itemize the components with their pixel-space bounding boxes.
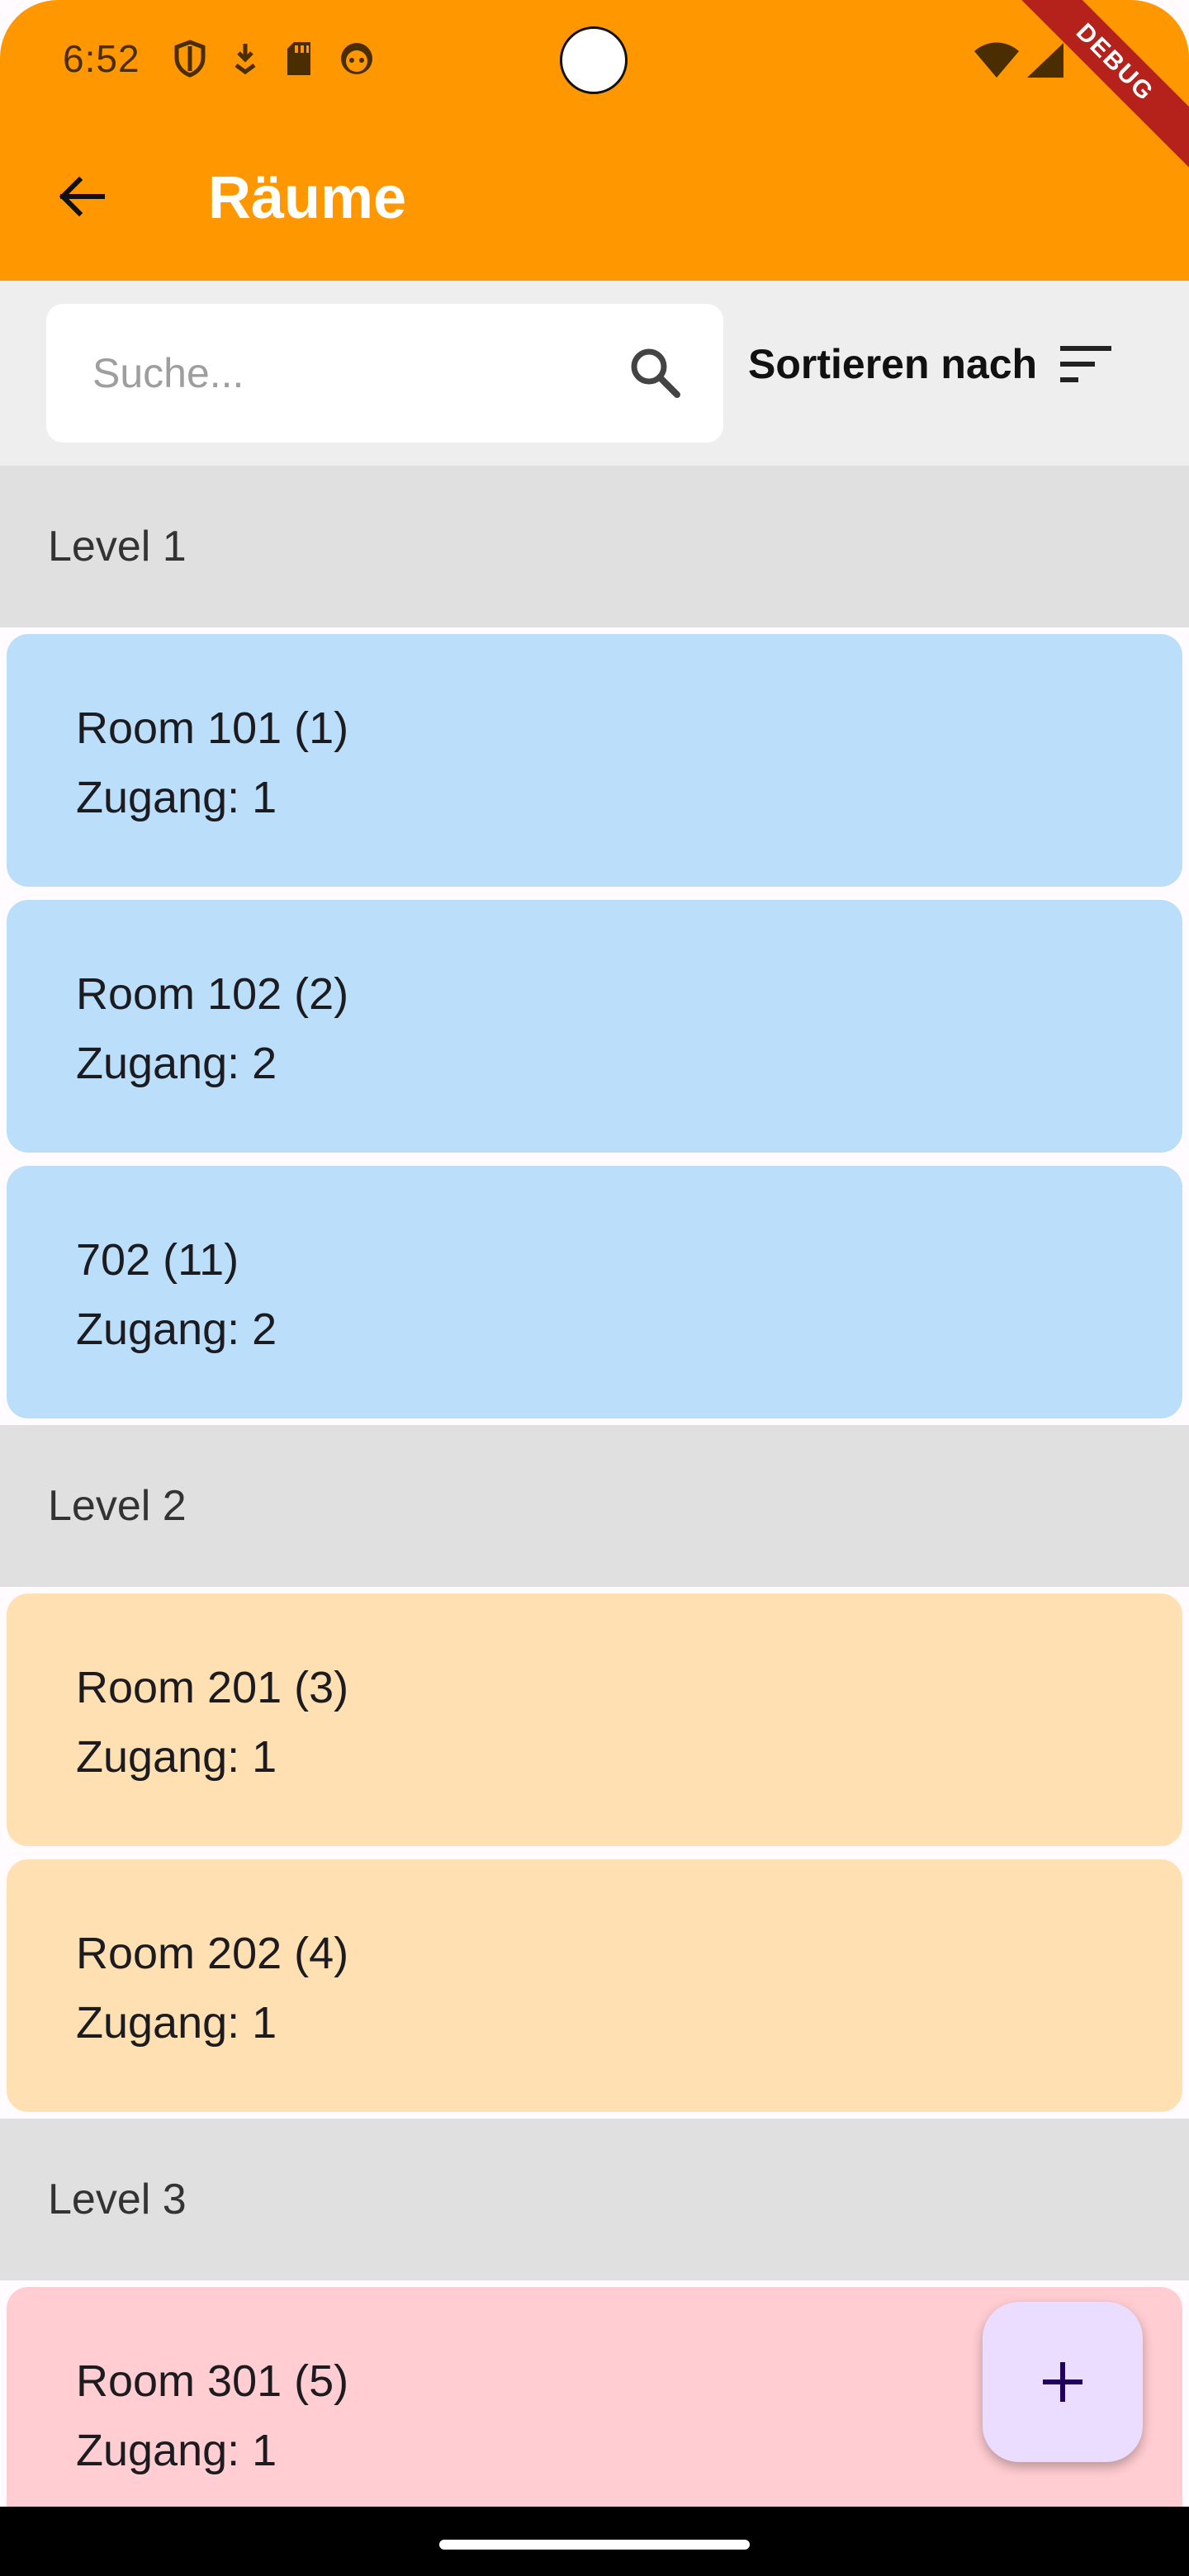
wifi-icon	[974, 42, 1019, 78]
room-access: Zugang: 1	[76, 1732, 277, 1782]
level-header: Level 3	[0, 2119, 1189, 2280]
page-title: Räume	[208, 165, 407, 231]
room-list: Level 1 Room 101 (1) Zugang: 1 Room 102 …	[0, 466, 1189, 2546]
debug-banner: DEBUG	[1006, 0, 1189, 172]
room-name: Room 101 (1)	[76, 703, 349, 753]
room-name: 702 (11)	[76, 1235, 239, 1285]
search-box[interactable]	[46, 304, 723, 443]
room-access: Zugang: 1	[76, 773, 277, 822]
system-nav-bar	[0, 2507, 1189, 2576]
room-access: Zugang: 2	[76, 1039, 277, 1088]
sd-card-icon	[287, 42, 310, 75]
status-time: 6:52	[63, 37, 140, 80]
home-gesture-handle[interactable]	[439, 2540, 750, 2550]
add-icon	[1043, 2362, 1082, 2402]
camera-cutout	[560, 26, 628, 94]
room-name: Room 102 (2)	[76, 969, 349, 1019]
room-access: Zugang: 1	[76, 1998, 277, 2048]
status-icons-left	[173, 40, 375, 78]
room-card[interactable]: Room 202 (4) Zugang: 1	[7, 1859, 1182, 2112]
face-icon	[341, 43, 372, 74]
download-icon	[234, 44, 256, 75]
status-icons-right	[973, 41, 1065, 79]
level-header: Level 1	[0, 466, 1189, 627]
search-icon[interactable]	[626, 343, 685, 403]
sort-button[interactable]: Sortieren nach	[748, 340, 1113, 388]
room-card[interactable]: Room 101 (1) Zugang: 1	[7, 634, 1182, 887]
add-room-fab[interactable]	[983, 2302, 1143, 2462]
search-input[interactable]	[92, 340, 604, 406]
sort-icon	[1060, 346, 1112, 382]
arrow-back-icon	[59, 176, 105, 217]
back-button[interactable]	[46, 162, 116, 231]
room-card[interactable]: 702 (11) Zugang: 2	[7, 1166, 1182, 1418]
room-name: Room 201 (3)	[76, 1663, 349, 1712]
room-card[interactable]: Room 201 (3) Zugang: 1	[7, 1593, 1182, 1846]
level-header: Level 2	[0, 1425, 1189, 1587]
room-name: Room 202 (4)	[76, 1929, 349, 1978]
app-bar: 6:52 DEBUG Räume	[0, 0, 1189, 281]
room-card[interactable]: Room 102 (2) Zugang: 2	[7, 900, 1182, 1153]
sort-label: Sortieren nach	[748, 341, 1038, 387]
filter-bar: Sortieren nach	[0, 281, 1189, 466]
app-screen: 6:52 DEBUG Räume Suche... Sortieren nach…	[0, 0, 1189, 2576]
cell-signal-icon	[1027, 43, 1063, 78]
shield-icon	[174, 40, 206, 78]
room-access: Zugang: 2	[76, 1305, 277, 1354]
